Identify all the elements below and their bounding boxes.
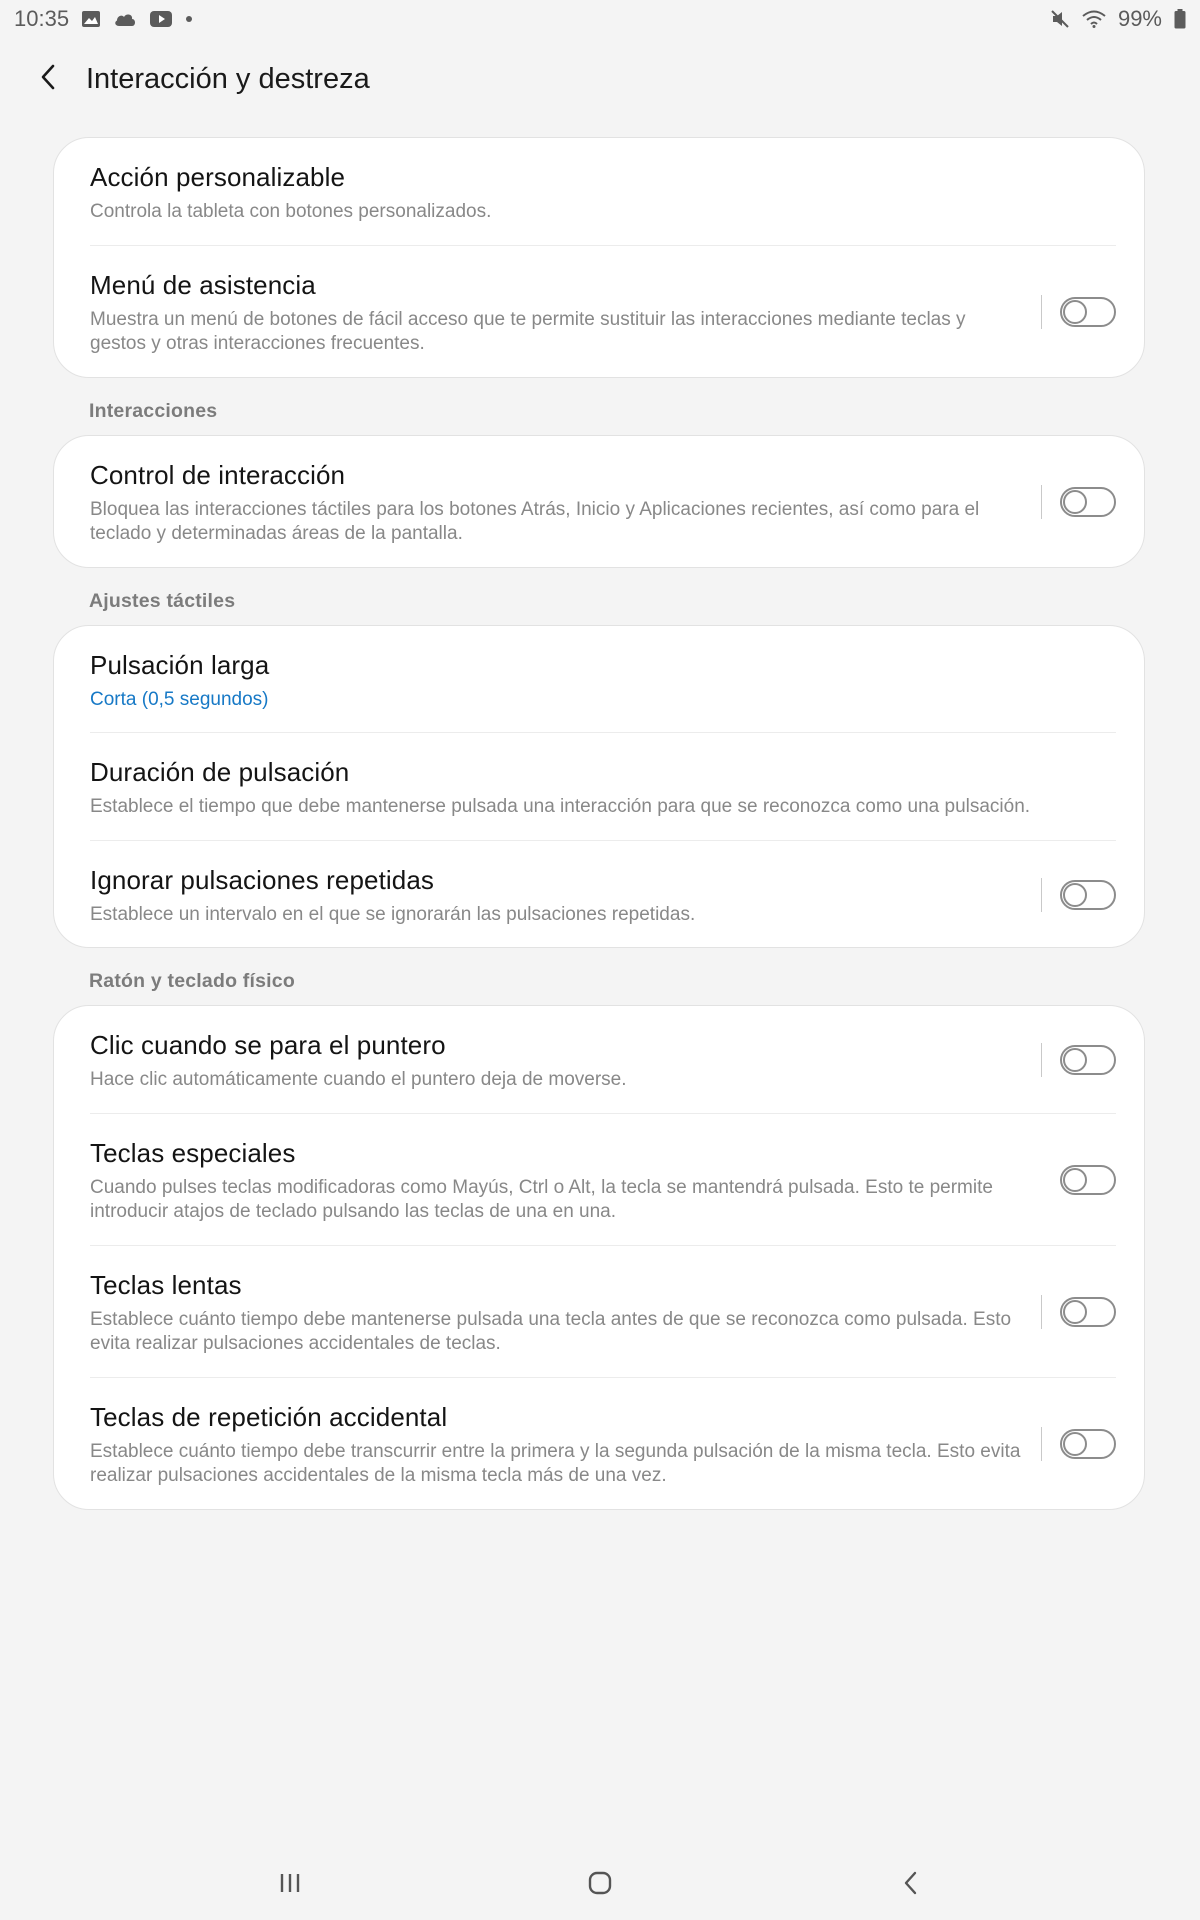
vertical-divider: [1040, 1043, 1042, 1078]
row-title: Ignorar pulsaciones repetidas: [90, 864, 434, 895]
home-button[interactable]: [570, 1855, 630, 1915]
row-text: Pulsación larga Corta (0,5 segundos): [90, 648, 1116, 713]
row-subtitle: Muestra un menú de botones de fácil acce…: [90, 308, 966, 355]
row-title: Clic cuando se para el puntero: [90, 1030, 446, 1060]
status-time: 10:35: [14, 6, 70, 31]
toggle-knob: [1063, 1432, 1087, 1456]
page-title: Interacción y destreza: [86, 62, 370, 95]
row-control: [1040, 877, 1116, 912]
toggle-knob: [1063, 300, 1087, 324]
row-title: Pulsación larga: [90, 649, 270, 680]
toggle-switch[interactable]: [1060, 1429, 1116, 1459]
row-title: Teclas de repetición accidental: [90, 1401, 448, 1432]
settings-card: Acción personalizable Controla la tableta…: [53, 137, 1145, 378]
battery-icon: [1174, 9, 1186, 29]
settings-content: Acción personalizable Controla la tableta…: [53, 137, 1145, 1510]
row-control: [1040, 1427, 1116, 1461]
row-text: Ignorar pulsaciones repetidas Establece u…: [90, 863, 1041, 928]
row-subtitle: Controla la tableta con botones personal…: [90, 201, 492, 222]
row-title: Teclas lentas: [90, 1269, 242, 1300]
settings-row[interactable]: Pulsación larga Corta (0,5 segundos): [90, 626, 1116, 733]
toggle-knob: [1063, 1048, 1087, 1073]
toggle-knob: [1063, 1168, 1087, 1192]
settings-row[interactable]: Teclas de repetición accidental Establece…: [90, 1378, 1116, 1509]
toggle-switch[interactable]: [1060, 1045, 1116, 1076]
vertical-divider: [1040, 1295, 1042, 1329]
row-value: Corta (0,5 segundos): [90, 688, 269, 710]
toggle-switch[interactable]: [1060, 487, 1116, 517]
wifi-icon: [1082, 10, 1106, 28]
section-label: Ajustes táctiles: [89, 589, 236, 612]
row-text: Acción personalizable Controla la tableta…: [90, 160, 1116, 225]
back-button[interactable]: [16, 47, 80, 111]
vertical-divider: [1040, 877, 1042, 912]
settings-row[interactable]: Menú de asistencia Muestra un menú de bot…: [90, 246, 1116, 377]
toggle-knob: [1063, 1300, 1087, 1324]
row-subtitle: Cuando pulses teclas modificadoras como …: [90, 1176, 993, 1223]
toggle-knob: [1063, 882, 1087, 907]
row-title: Control de interacción: [90, 459, 346, 490]
row-subtitle: Establece cuánto tiempo debe mantenerse …: [90, 1308, 1012, 1355]
status-bar: 10:35 99%: [0, 0, 1200, 38]
row-subtitle: Hace clic automáticamente cuando el punt…: [90, 1069, 627, 1090]
settings-row[interactable]: Teclas lentas Establece cuánto tiempo deb…: [90, 1246, 1116, 1378]
recents-icon: [277, 1871, 303, 1900]
chevron-left-icon: [38, 63, 58, 96]
row-subtitle: Bloquea las interacciones táctiles para …: [90, 498, 980, 545]
row-title: Acción personalizable: [90, 162, 346, 192]
vertical-divider: [1040, 1427, 1042, 1461]
row-text: Menú de asistencia Muestra un menú de bot…: [90, 268, 1041, 357]
row-control: [1040, 485, 1116, 519]
toggle-switch[interactable]: [1060, 1297, 1116, 1327]
toggle-switch[interactable]: [1060, 879, 1116, 910]
row-text: Duración de pulsación Establece el tiempo…: [90, 755, 1116, 820]
row-control: [1040, 1043, 1116, 1078]
row-subtitle: Establece un intervalo en el que se igno…: [90, 903, 696, 925]
row-control: [1040, 1295, 1116, 1329]
settings-row[interactable]: Control de interacción Bloquea las intera…: [90, 436, 1116, 567]
back-nav-icon: [900, 1869, 920, 1902]
home-icon: [586, 1869, 614, 1902]
row-subtitle: Establece cuánto tiempo debe transcurrir…: [90, 1440, 1021, 1487]
settings-row[interactable]: Clic cuando se para el puntero Hace clic …: [90, 1006, 1116, 1114]
row-text: Teclas lentas Establece cuánto tiempo deb…: [90, 1268, 1041, 1357]
row-text: Teclas de repetición accidental Establece…: [90, 1400, 1041, 1489]
row-text: Clic cuando se para el puntero Hace clic …: [90, 1028, 1041, 1093]
row-control: [1041, 1165, 1116, 1195]
settings-row[interactable]: Ignorar pulsaciones repetidas Establece u…: [90, 841, 1116, 948]
row-text: Teclas especiales Cuando pulses teclas mo…: [90, 1136, 1041, 1225]
toggle-knob: [1063, 490, 1087, 514]
status-right: 99%: [1050, 6, 1186, 32]
navigation-bar: [0, 1850, 1200, 1920]
vertical-divider: [1040, 295, 1042, 329]
header: Interacción y destreza: [0, 44, 1200, 114]
row-control: [1040, 295, 1116, 329]
row-title: Teclas especiales: [90, 1137, 296, 1168]
row-title: Menú de asistencia: [90, 269, 316, 300]
row-subtitle: Establece el tiempo que debe mantenerse …: [90, 796, 1031, 817]
settings-row[interactable]: Acción personalizable Controla la tableta…: [90, 138, 1116, 246]
vertical-divider: [1040, 485, 1042, 519]
section-label: Interacciones: [89, 399, 218, 422]
toggle-switch[interactable]: [1060, 1165, 1116, 1195]
section-label: Ratón y teclado físico: [89, 970, 295, 992]
status-left: 10:35: [14, 6, 193, 32]
settings-card: Pulsación larga Corta (0,5 segundos) Durac…: [53, 624, 1145, 948]
image-icon: [81, 10, 101, 28]
back-nav-button[interactable]: [880, 1855, 940, 1915]
cloud-icon: [113, 11, 137, 27]
settings-row[interactable]: Duración de pulsación Establece el tiempo…: [90, 733, 1116, 841]
battery-text: 99%: [1117, 6, 1162, 31]
row-title: Duración de pulsación: [90, 757, 350, 787]
dot-icon: [185, 15, 193, 23]
row-text: Control de interacción Bloquea las intera…: [90, 458, 1041, 547]
settings-row[interactable]: Teclas especiales Cuando pulses teclas mo…: [90, 1114, 1116, 1246]
settings-card: Control de interacción Bloquea las intera…: [53, 434, 1145, 568]
settings-card: Clic cuando se para el puntero Hace clic …: [53, 1005, 1145, 1510]
mute-icon: [1050, 9, 1070, 29]
youtube-icon: [149, 10, 173, 28]
toggle-switch[interactable]: [1060, 297, 1116, 327]
recents-button[interactable]: [260, 1855, 320, 1915]
